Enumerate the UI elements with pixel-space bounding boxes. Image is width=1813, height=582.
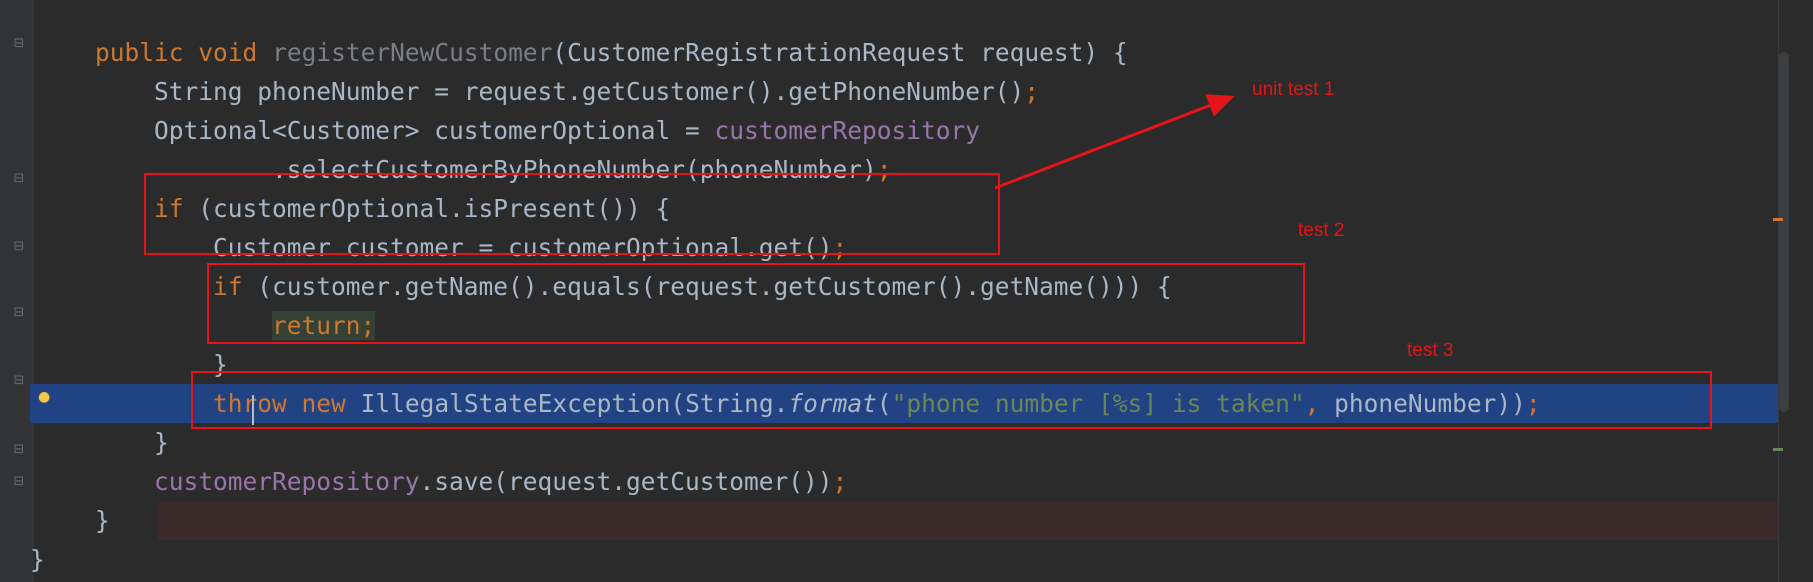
annotation-arrow: [994, 94, 1235, 190]
annotation-label-2: test 2: [1298, 220, 1345, 241]
annotation-label-3: test 3: [1407, 340, 1454, 361]
annotation-label-1: unit test 1: [1252, 79, 1335, 100]
